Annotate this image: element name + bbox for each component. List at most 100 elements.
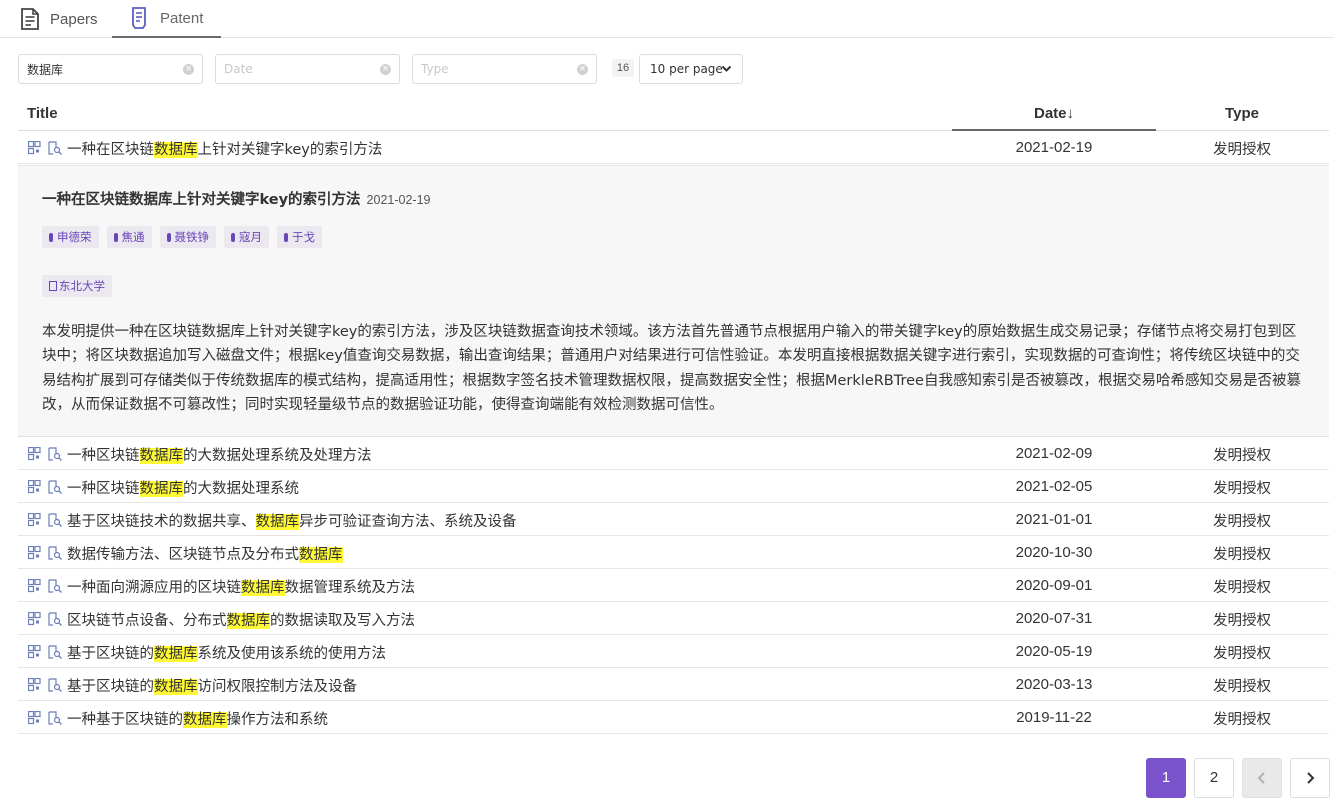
- table-row[interactable]: 基于区块链的数据库访问权限控制方法及设备 2020-03-13 发明授权: [18, 668, 1329, 701]
- row-date: 2021-01-01: [1015, 511, 1093, 528]
- row-date: 2021-02-19: [1015, 139, 1093, 156]
- patent-row-icons[interactable]: [27, 677, 64, 692]
- row-title: 一种区块链数据库的大数据处理系统: [67, 477, 299, 498]
- date-input[interactable]: [224, 62, 380, 76]
- column-header-date[interactable]: Date↓: [952, 100, 1156, 131]
- inventor-chip[interactable]: 申德荣: [42, 226, 99, 248]
- patent-row-icons[interactable]: [27, 578, 64, 593]
- row-date: 2021-02-09: [1015, 445, 1093, 462]
- row-type: 发明授权: [1213, 646, 1271, 662]
- row-title-post: 异步可验证查询方法、系统及设备: [299, 514, 517, 530]
- tab-papers[interactable]: Papers: [20, 0, 98, 38]
- clear-date-icon[interactable]: ×: [380, 63, 391, 75]
- row-title-pre: 基于区块链的: [67, 679, 154, 695]
- next-page-button[interactable]: [1290, 758, 1330, 798]
- abstract-text: 本发明提供一种在区块链数据库上针对关键字key的索引方法，涉及区块链数据查询技术…: [42, 324, 1301, 413]
- patent-row-icons[interactable]: [27, 479, 64, 494]
- table-row[interactable]: 区块链节点设备、分布式数据库的数据读取及写入方法 2020-07-31 发明授权: [18, 602, 1329, 635]
- inventor-chip[interactable]: 焦通: [106, 226, 152, 248]
- inventor-list: 申德荣 焦通 聂铁铮 寇月 于戈: [42, 226, 322, 248]
- row-title-post: 数据管理系统及方法: [284, 580, 416, 596]
- chevron-left-icon: [1257, 772, 1265, 784]
- per-page-label: 10 per page: [650, 62, 723, 76]
- patent-row-icons[interactable]: [27, 644, 64, 659]
- row-title: 一种面向溯源应用的区块链数据库数据管理系统及方法: [67, 576, 415, 597]
- row-title-pre: 一种区块链: [67, 448, 140, 464]
- patent-row-icons[interactable]: [27, 140, 64, 155]
- patent-row-icons[interactable]: [27, 512, 64, 527]
- clear-type-icon[interactable]: ×: [577, 63, 588, 75]
- row-title-post: 的大数据处理系统: [183, 481, 299, 497]
- row-type: 发明授权: [1213, 547, 1271, 563]
- table-row[interactable]: 一种面向溯源应用的区块链数据库数据管理系统及方法 2020-09-01 发明授权: [18, 569, 1329, 602]
- row-title-post: 系统及使用该系统的使用方法: [197, 646, 387, 662]
- patent-row-icons[interactable]: [27, 611, 64, 626]
- column-header-title[interactable]: Title: [27, 105, 58, 122]
- table-row[interactable]: 一种区块链数据库的大数据处理系统及处理方法 2021-02-09 发明授权: [18, 437, 1329, 470]
- row-type: 发明授权: [1213, 712, 1271, 728]
- page-1-button[interactable]: 1: [1146, 758, 1186, 798]
- table-row[interactable]: 基于区块链的数据库系统及使用该系统的使用方法 2020-05-19 发明授权: [18, 635, 1329, 668]
- row-date: 2021-02-05: [1015, 478, 1093, 495]
- row-title-pre: 基于区块链的: [67, 646, 154, 662]
- detail-title-text: 一种在区块链数据库上针对关键字key的索引方法: [42, 192, 361, 208]
- row-title: 区块链节点设备、分布式数据库的数据读取及写入方法: [67, 609, 415, 630]
- type-input[interactable]: [421, 62, 577, 76]
- row-title-pre: 区块链节点设备、分布式: [67, 613, 227, 629]
- row-date: 2020-09-01: [1015, 577, 1093, 594]
- table-row[interactable]: 基于区块链技术的数据共享、数据库异步可验证查询方法、系统及设备 2021-01-0…: [18, 503, 1329, 536]
- prev-page-button[interactable]: [1242, 758, 1282, 798]
- page-2-button[interactable]: 2: [1194, 758, 1234, 798]
- search-input[interactable]: [27, 62, 183, 76]
- person-icon: [49, 233, 53, 242]
- row-date: 2020-03-13: [1015, 676, 1093, 693]
- row-date: 2020-10-30: [1015, 544, 1093, 561]
- inventor-chip[interactable]: 寇月: [224, 226, 269, 248]
- patent-row-icons[interactable]: [27, 545, 64, 560]
- column-header-type[interactable]: Type: [1192, 105, 1292, 122]
- inventor-name: 寇月: [239, 230, 262, 244]
- table-row[interactable]: 一种基于区块链的数据库操作方法和系统 2019-11-22 发明授权: [18, 701, 1329, 734]
- building-icon: [49, 281, 57, 291]
- row-type: 发明授权: [1213, 142, 1271, 158]
- table-row[interactable]: 数据传输方法、区块链节点及分布式数据库 2020-10-30 发明授权: [18, 536, 1329, 569]
- organization-chip[interactable]: 东北大学: [42, 275, 112, 297]
- person-icon: [166, 233, 171, 242]
- inventor-name: 聂铁铮: [174, 230, 210, 244]
- patent-row-icons[interactable]: [27, 710, 64, 725]
- row-title: 一种基于区块链的数据库操作方法和系统: [67, 708, 328, 729]
- row-title-post: 上针对关键字key的索引方法: [197, 142, 383, 158]
- row-type: 发明授权: [1213, 613, 1271, 629]
- inventor-name: 申德荣: [57, 230, 92, 244]
- row-title-post: 操作方法和系统: [226, 712, 329, 728]
- row-type: 发明授权: [1213, 514, 1271, 530]
- person-icon: [231, 233, 235, 242]
- table-row[interactable]: 一种区块链数据库的大数据处理系统 2021-02-05 发明授权: [18, 470, 1329, 503]
- inventor-name: 于戈: [292, 230, 315, 244]
- inventor-chip[interactable]: 聂铁铮: [159, 226, 216, 248]
- detail-panel: 一种在区块链数据库上针对关键字key的索引方法 2021-02-19 申德荣 焦通 聂…: [18, 165, 1329, 437]
- document-icon: [20, 8, 40, 30]
- search-filter: ×: [18, 54, 203, 84]
- row-title-highlight: 数据库: [154, 646, 198, 662]
- inventor-chip[interactable]: 于戈: [277, 226, 322, 248]
- tab-patent[interactable]: Patent: [112, 0, 221, 38]
- row-title: 一种在区块链数据库上针对关键字key的索引方法: [67, 138, 382, 159]
- table-row[interactable]: 一种在区块链数据库上针对关键字key的索引方法 2021-02-19 发明授权: [18, 131, 1329, 164]
- person-icon: [284, 233, 288, 242]
- row-title-pre: 一种基于区块链的: [67, 712, 183, 728]
- per-page-select[interactable]: 10 per page: [639, 54, 743, 84]
- date-filter: ×: [215, 54, 400, 84]
- row-title-post: 的数据读取及写入方法: [270, 613, 415, 629]
- clear-search-icon[interactable]: ×: [183, 63, 194, 75]
- inventor-name: 焦通: [121, 230, 145, 244]
- row-title: 基于区块链的数据库系统及使用该系统的使用方法: [67, 642, 386, 663]
- row-type: 发明授权: [1213, 448, 1271, 464]
- row-title: 数据传输方法、区块链节点及分布式数据库: [67, 543, 343, 564]
- table-header: Title Date↓ Type: [18, 100, 1329, 131]
- detail-date: 2021-02-19: [366, 193, 431, 207]
- tab-papers-label: Papers: [50, 10, 98, 28]
- chevron-down-icon: [721, 63, 732, 77]
- organization-name: 东北大学: [59, 279, 105, 293]
- patent-row-icons[interactable]: [27, 446, 64, 461]
